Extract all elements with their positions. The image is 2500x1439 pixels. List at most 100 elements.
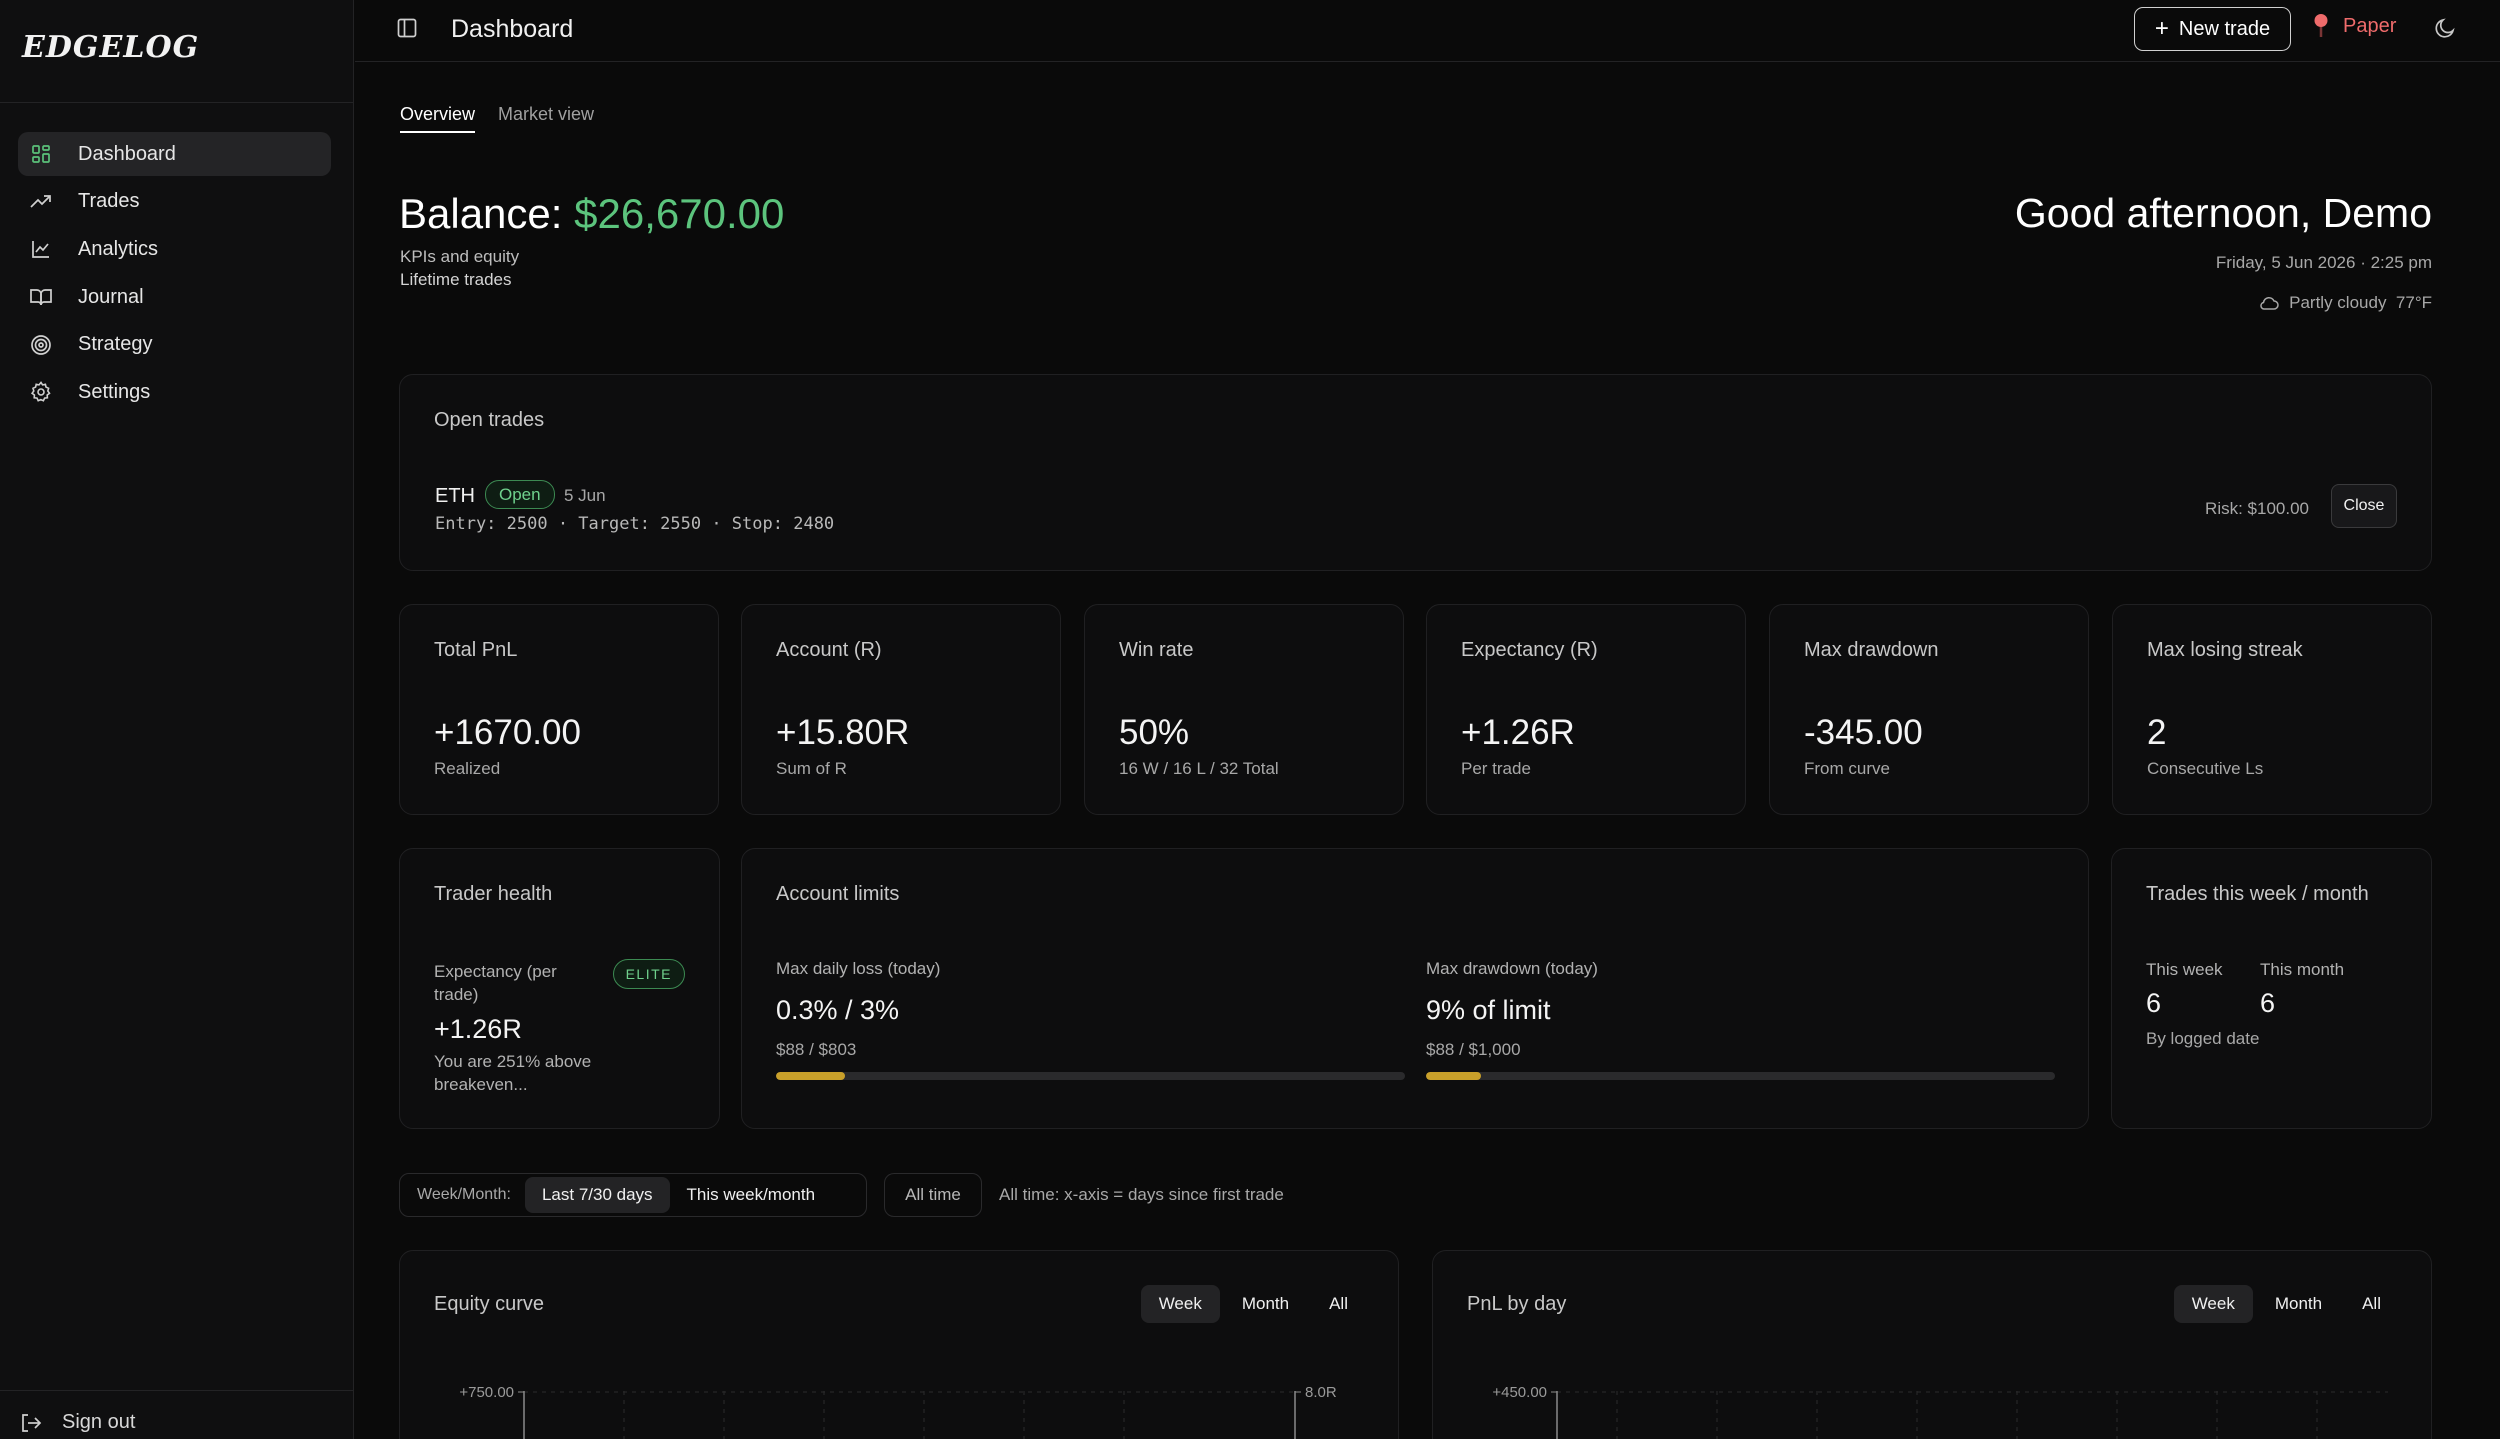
range-selector: Week Month All <box>1137 1285 1366 1323</box>
range-month[interactable]: Month <box>1224 1285 1307 1323</box>
gear-icon <box>30 381 52 403</box>
sidebar-item-strategy[interactable]: Strategy <box>18 323 331 367</box>
this-week-stat: This week 6 <box>2146 960 2223 1019</box>
kpi-value: +15.80R <box>776 713 910 752</box>
card-title: Equity curve <box>434 1293 545 1315</box>
this-month-stat: This month 6 <box>2260 960 2344 1019</box>
progress-track <box>776 1072 1405 1080</box>
status-badge: Open <box>485 480 555 509</box>
card-title: Account limits <box>776 883 900 905</box>
kpi-sub: From curve <box>1804 759 1890 778</box>
tab-market-view[interactable]: Market view <box>498 104 594 133</box>
filter-last-7-30-days[interactable]: Last 7/30 days <box>524 1177 670 1213</box>
trades-week-month-card: Trades this week / month This week 6 Thi… <box>2111 848 2432 1129</box>
dashboard-icon <box>30 143 52 165</box>
progress-fill <box>776 1072 846 1080</box>
kpi-title: Account (R) <box>776 639 882 661</box>
kpi-title: Max losing streak <box>2147 639 2303 661</box>
sign-out-button[interactable]: Sign out <box>20 1411 135 1434</box>
kpi-card-total-pnl: Total PnL +1670.00 Realized <box>399 604 719 815</box>
filter-note: All time: x-axis = days since first trad… <box>999 1185 1284 1204</box>
weather-info: Partly cloudy 77°F <box>2259 293 2432 313</box>
kpi-title: Total PnL <box>434 639 518 661</box>
progress-fill <box>1426 1072 1482 1080</box>
sidebar-item-label: Strategy <box>78 333 153 356</box>
period-filter: Week/Month: Last 7/30 days This week/mon… <box>399 1173 867 1217</box>
pnl-chart: +450.00 <box>1492 1384 2388 1439</box>
weather-temp: 77°F <box>2395 293 2432 312</box>
range-selector: Week Month All <box>2170 1285 2399 1323</box>
kpi-value: +1670.00 <box>434 713 581 752</box>
trending-up-icon <box>30 191 52 213</box>
y-axis-label-right: 8.0R <box>1305 1384 1337 1401</box>
limit-label: Max daily loss (today) <box>776 959 941 978</box>
max-drawdown-limit: Max drawdown (today) 9% of limit $88 / $… <box>1426 959 2055 1080</box>
kpi-sub: Sum of R <box>776 759 847 778</box>
kpi-sub: 16 W / 16 L / 32 Total <box>1119 759 1279 778</box>
page-title: Dashboard <box>451 15 574 43</box>
range-week[interactable]: Week <box>2173 1285 2253 1323</box>
sidebar-divider <box>0 1390 354 1391</box>
progress-track <box>1426 1072 2055 1080</box>
trade-risk: Risk: $100.00 <box>2205 499 2309 518</box>
tab-overview[interactable]: Overview <box>400 104 476 133</box>
kpi-card-expectancy: Expectancy (R) +1.26R Per trade <box>1426 604 1746 815</box>
paper-mode-toggle[interactable]: Paper <box>2313 13 2396 39</box>
sidebar-item-label: Settings <box>78 380 151 403</box>
kpi-value: 50% <box>1119 713 1190 752</box>
kpi-value: +1.26R <box>1461 713 1575 752</box>
sidebar-item-analytics[interactable]: Analytics <box>18 227 331 271</box>
current-datetime: Friday, 5 Jun 2026 · 2:25 pm <box>2215 253 2432 272</box>
new-trade-button[interactable]: + New trade <box>2134 7 2291 51</box>
range-week[interactable]: Week <box>1140 1285 1220 1323</box>
trade-date: 5 Jun <box>564 486 606 505</box>
daily-loss-limit: Max daily loss (today) 0.3% / 3% $88 / $… <box>776 959 1405 1080</box>
kpi-value: 2 <box>2147 713 2167 752</box>
weather-desc: Partly cloudy <box>2289 293 2387 312</box>
toggle-sidebar-icon[interactable] <box>397 18 417 43</box>
limit-sub: $88 / $803 <box>776 1040 857 1059</box>
kpi-title: Max drawdown <box>1804 639 1939 661</box>
health-note: You are 251% above breakeven... <box>434 1052 592 1094</box>
sidebar-item-settings[interactable]: Settings <box>18 370 331 414</box>
card-title: PnL by day <box>1467 1293 1567 1315</box>
sidebar-item-journal[interactable]: Journal <box>18 275 331 319</box>
range-all[interactable]: All <box>1311 1285 1366 1323</box>
kpi-card-max-losing-streak: Max losing streak 2 Consecutive Ls <box>2112 604 2432 815</box>
sidebar-item-trades[interactable]: Trades <box>18 180 331 224</box>
paper-mode-label: Paper <box>2343 14 2397 37</box>
filter-this-week-month[interactable]: This week/month <box>670 1177 833 1213</box>
account-limits-card: Account limits Max daily loss (today) 0.… <box>741 848 2089 1129</box>
sidebar-item-label: Journal <box>78 285 144 308</box>
card-title: Open trades <box>434 409 545 431</box>
balance-value: $26,670.00 <box>574 190 785 237</box>
close-trade-button[interactable]: Close <box>2331 484 2397 528</box>
y-axis-label-left: +750.00 <box>459 1384 514 1401</box>
line-chart-icon <box>30 238 52 260</box>
book-icon <box>30 286 52 308</box>
moon-icon[interactable] <box>2433 16 2457 45</box>
balance-heading: Balance: $26,670.00 <box>399 190 784 238</box>
kpi-card-max-drawdown: Max drawdown -345.00 From curve <box>1769 604 2089 815</box>
y-axis-label-left: +450.00 <box>1492 1384 1547 1401</box>
range-all[interactable]: All <box>2344 1285 2399 1323</box>
kpi-sub: Consecutive Ls <box>2147 759 2264 778</box>
card-title: Trader health <box>434 883 553 905</box>
sidebar-item-label: Dashboard <box>78 142 176 165</box>
stat-value: 6 <box>2260 988 2276 1018</box>
filter-label: Week/Month: <box>417 1186 511 1203</box>
limit-label: Max drawdown (today) <box>1426 959 1598 978</box>
all-time-button[interactable]: All time <box>884 1173 982 1217</box>
stat-label: This week <box>2146 960 2223 979</box>
kpi-sub: Realized <box>434 759 501 778</box>
sidebar-item-label: Trades <box>78 190 140 213</box>
limit-sub: $88 / $1,000 <box>1426 1040 1521 1059</box>
limit-value: 0.3% / 3% <box>776 995 900 1025</box>
target-icon <box>30 334 52 356</box>
trade-symbol[interactable]: ETH <box>435 485 475 508</box>
limit-value: 9% of limit <box>1426 995 1551 1025</box>
range-month[interactable]: Month <box>2257 1285 2340 1323</box>
health-value: +1.26R <box>434 1014 522 1044</box>
elite-badge: ELITE <box>612 959 685 989</box>
sidebar-item-dashboard[interactable]: Dashboard <box>18 132 331 176</box>
